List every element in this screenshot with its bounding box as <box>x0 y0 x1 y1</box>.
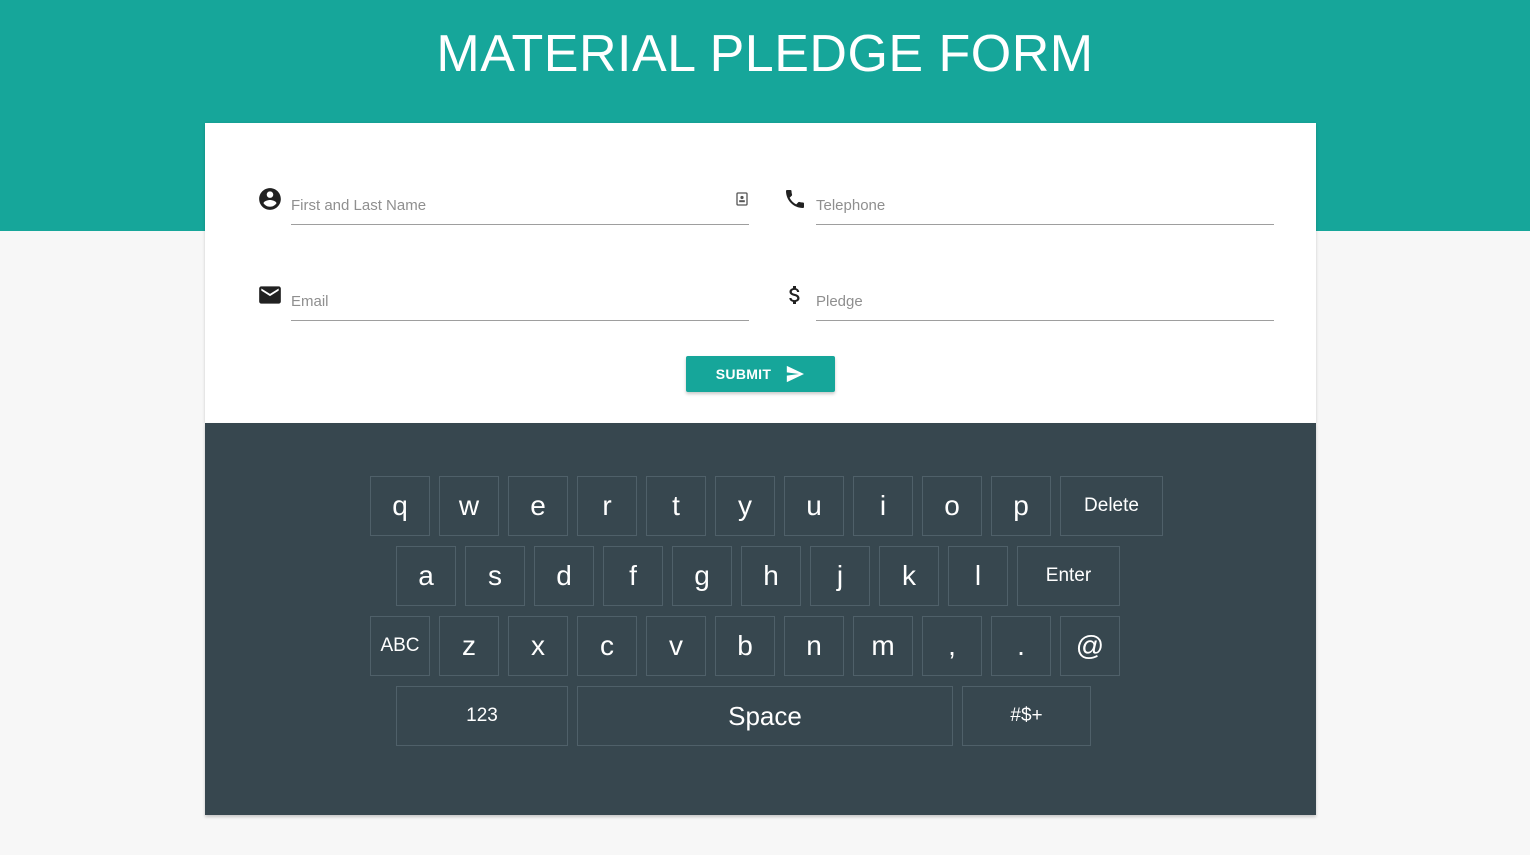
key-i[interactable]: i <box>853 476 913 536</box>
phone-icon <box>781 185 809 213</box>
key-symbols[interactable]: #$+ <box>962 686 1091 746</box>
key-v[interactable]: v <box>646 616 706 676</box>
key-c[interactable]: c <box>577 616 637 676</box>
key-t[interactable]: t <box>646 476 706 536</box>
mail-icon <box>256 281 284 309</box>
key-comma[interactable]: , <box>922 616 982 676</box>
key-z[interactable]: z <box>439 616 499 676</box>
key-e[interactable]: e <box>508 476 568 536</box>
name-field <box>256 175 749 225</box>
key-r[interactable]: r <box>577 476 637 536</box>
name-input[interactable] <box>291 175 749 225</box>
key-w[interactable]: w <box>439 476 499 536</box>
key-g[interactable]: g <box>672 546 732 606</box>
key-q[interactable]: q <box>370 476 430 536</box>
key-b[interactable]: b <box>715 616 775 676</box>
key-y[interactable]: y <box>715 476 775 536</box>
dollar-icon <box>781 281 809 309</box>
key-d[interactable]: d <box>534 546 594 606</box>
key-u[interactable]: u <box>784 476 844 536</box>
key-j[interactable]: j <box>810 546 870 606</box>
key-f[interactable]: f <box>603 546 663 606</box>
key-n[interactable]: n <box>784 616 844 676</box>
key-numbers[interactable]: 123 <box>396 686 568 746</box>
pledge-field <box>781 271 1274 321</box>
key-abc[interactable]: ABC <box>370 616 430 676</box>
pledge-input[interactable] <box>816 271 1274 321</box>
key-enter[interactable]: Enter <box>1017 546 1120 606</box>
send-icon <box>785 365 805 383</box>
key-s[interactable]: s <box>465 546 525 606</box>
submit-button[interactable]: SUBMIT <box>686 356 835 392</box>
contact-card-icon <box>735 192 749 206</box>
telephone-field <box>781 175 1274 225</box>
key-m[interactable]: m <box>853 616 913 676</box>
account-circle-icon <box>256 185 284 213</box>
page-title: MATERIAL PLEDGE FORM <box>436 25 1094 83</box>
submit-label: SUBMIT <box>715 366 772 382</box>
pledge-form-card: SUBMIT <box>205 123 1316 423</box>
key-x[interactable]: x <box>508 616 568 676</box>
virtual-keyboard: q w e r t y u i o p Delete a s d f g h j… <box>205 423 1316 815</box>
key-p[interactable]: p <box>991 476 1051 536</box>
key-h[interactable]: h <box>741 546 801 606</box>
email-field <box>256 271 749 321</box>
key-at[interactable]: @ <box>1060 616 1120 676</box>
key-a[interactable]: a <box>396 546 456 606</box>
key-delete[interactable]: Delete <box>1060 476 1163 536</box>
email-input[interactable] <box>291 271 749 321</box>
key-period[interactable]: . <box>991 616 1051 676</box>
key-k[interactable]: k <box>879 546 939 606</box>
key-l[interactable]: l <box>948 546 1008 606</box>
key-space[interactable]: Space <box>577 686 953 746</box>
key-o[interactable]: o <box>922 476 982 536</box>
telephone-input[interactable] <box>816 175 1274 225</box>
